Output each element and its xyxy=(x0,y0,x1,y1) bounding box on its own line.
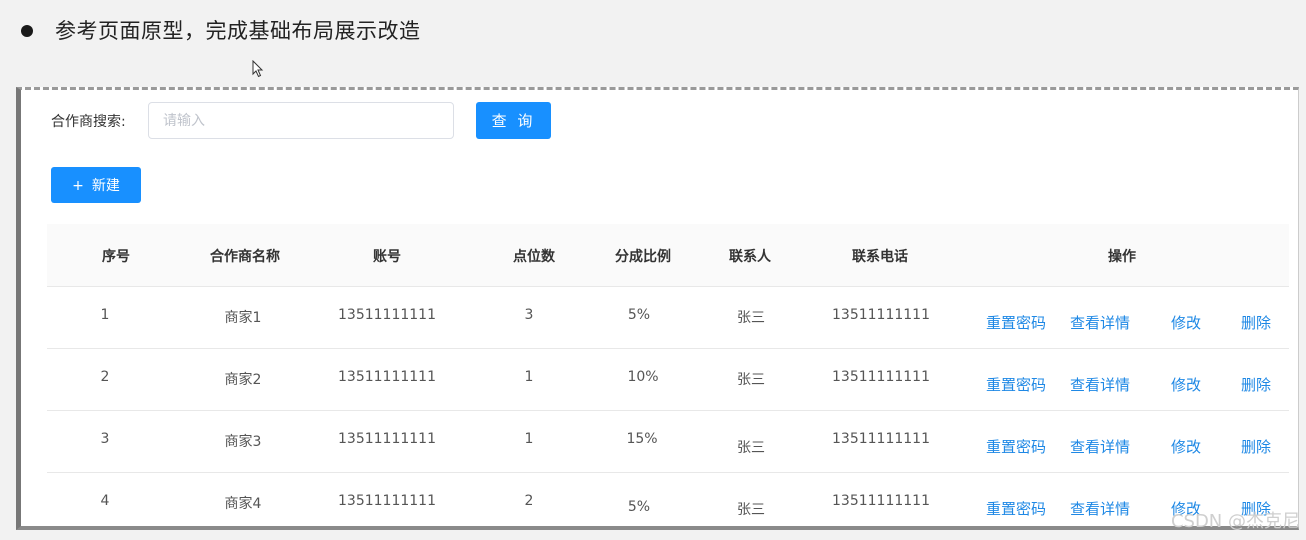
column-header-actions: 操作 xyxy=(1108,249,1136,265)
column-header-points: 点位数 xyxy=(513,249,555,265)
edit-link[interactable]: 修改 xyxy=(1171,374,1201,395)
view-details-link[interactable]: 查看详情 xyxy=(1070,312,1130,333)
cell-account: 13511111111 xyxy=(338,307,436,323)
cell-phone: 13511111111 xyxy=(832,369,930,385)
cell-ratio: 5% xyxy=(627,499,651,515)
cell-index: 2 xyxy=(100,369,110,385)
delete-link[interactable]: 删除 xyxy=(1241,436,1271,457)
table-row: 4 商家4 13511111111 2 5% 张三 13511111111 重置… xyxy=(47,473,1289,526)
view-details-link[interactable]: 查看详情 xyxy=(1070,436,1130,457)
edit-link[interactable]: 修改 xyxy=(1171,312,1201,333)
watermark: CSDN @杰克尼 xyxy=(1170,511,1300,532)
new-button-label: 新建 xyxy=(91,178,120,194)
reset-password-link[interactable]: 重置密码 xyxy=(986,436,1046,457)
column-header-phone: 联系电话 xyxy=(852,249,908,265)
partner-table: 序号 合作商名称 账号 点位数 分成比例 联系人 联系电话 操作 1 商家1 1… xyxy=(47,224,1289,526)
cell-index: 3 xyxy=(100,431,110,447)
cell-contact: 张三 xyxy=(737,440,765,456)
cell-points: 3 xyxy=(524,307,534,323)
view-details-link[interactable]: 查看详情 xyxy=(1070,498,1130,519)
delete-link[interactable]: 删除 xyxy=(1241,374,1271,395)
table-row: 3 商家3 13511111111 1 15% 张三 13511111111 重… xyxy=(47,411,1289,473)
reset-password-link[interactable]: 重置密码 xyxy=(986,498,1046,519)
cell-account: 13511111111 xyxy=(338,369,436,385)
table-row: 2 商家2 13511111111 1 10% 张三 13511111111 重… xyxy=(47,349,1289,411)
cell-phone: 13511111111 xyxy=(832,307,930,323)
cell-contact: 张三 xyxy=(737,502,765,518)
cell-name: 商家4 xyxy=(224,496,262,512)
cell-contact: 张三 xyxy=(737,372,765,388)
delete-link[interactable]: 删除 xyxy=(1241,312,1271,333)
cell-ratio: 15% xyxy=(626,431,658,447)
table-header: 序号 合作商名称 账号 点位数 分成比例 联系人 联系电话 操作 xyxy=(47,224,1289,287)
cell-index: 1 xyxy=(100,307,110,323)
mouse-cursor-icon xyxy=(252,60,264,78)
app-window: 合作商搜索: 查 询 + 新建 序号 合作商名称 账号 点位数 分成比例 联系人 … xyxy=(16,87,1299,530)
cell-account: 13511111111 xyxy=(338,431,436,447)
edit-link[interactable]: 修改 xyxy=(1171,436,1201,457)
cell-points: 2 xyxy=(524,493,534,509)
cell-name: 商家2 xyxy=(224,372,262,388)
column-header-name: 合作商名称 xyxy=(210,249,280,265)
query-button[interactable]: 查 询 xyxy=(476,102,551,139)
table-row: 1 商家1 13511111111 3 5% 张三 13511111111 重置… xyxy=(47,287,1289,349)
bullet-icon xyxy=(21,25,33,37)
cell-name: 商家3 xyxy=(224,434,262,450)
reset-password-link[interactable]: 重置密码 xyxy=(986,374,1046,395)
partner-search-input[interactable] xyxy=(148,102,454,139)
cell-ratio: 10% xyxy=(627,369,659,385)
cell-points: 1 xyxy=(524,369,534,385)
cell-contact: 张三 xyxy=(737,310,765,326)
new-button[interactable]: + 新建 xyxy=(51,167,141,203)
cell-points: 1 xyxy=(524,431,534,447)
cell-ratio: 5% xyxy=(627,307,651,323)
column-header-account: 账号 xyxy=(373,249,401,265)
cell-account: 13511111111 xyxy=(338,493,436,509)
search-label: 合作商搜索: xyxy=(51,114,126,130)
column-header-index: 序号 xyxy=(102,249,130,265)
reset-password-link[interactable]: 重置密码 xyxy=(986,312,1046,333)
cell-index: 4 xyxy=(100,493,110,509)
plus-icon: + xyxy=(72,178,84,194)
column-header-ratio: 分成比例 xyxy=(615,249,671,265)
cell-phone: 13511111111 xyxy=(832,431,930,447)
slide-title: 参考页面原型，完成基础布局展示改造 xyxy=(55,19,421,43)
view-details-link[interactable]: 查看详情 xyxy=(1070,374,1130,395)
column-header-contact: 联系人 xyxy=(729,249,771,265)
cell-name: 商家1 xyxy=(224,310,262,326)
cell-phone: 13511111111 xyxy=(832,493,930,509)
slide-header: 参考页面原型，完成基础布局展示改造 xyxy=(0,0,1306,62)
